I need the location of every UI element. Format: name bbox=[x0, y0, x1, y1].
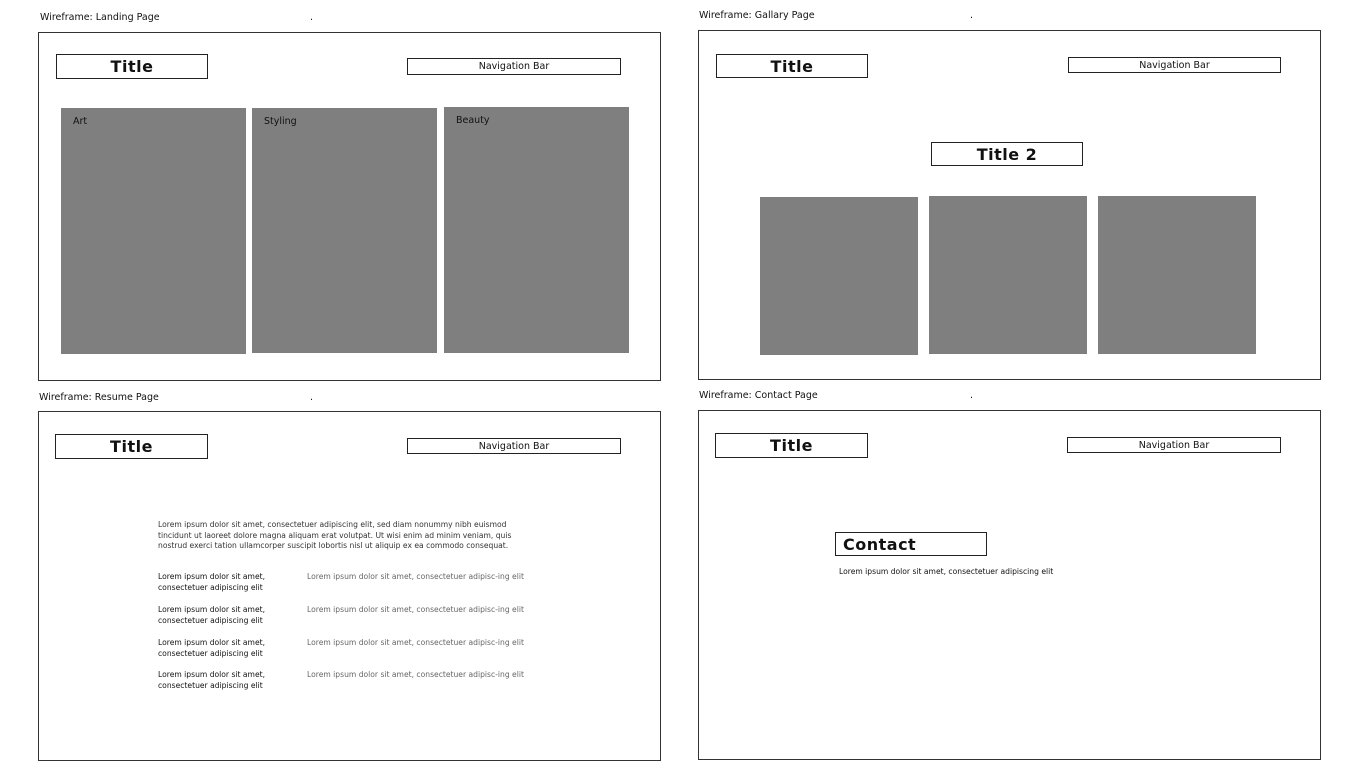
resume-row-left: Lorem ipsum dolor sit amet, consectetuer… bbox=[158, 605, 266, 625]
resume-row-right: Lorem ipsum dolor sit amet, consectetuer… bbox=[307, 572, 524, 581]
resume-row-right: Lorem ipsum dolor sit amet, consectetuer… bbox=[307, 670, 524, 679]
gallery-image-3 bbox=[1098, 196, 1256, 354]
contact-text: Lorem ipsum dolor sit amet, consectetuer… bbox=[839, 567, 1054, 576]
contact-dot: . bbox=[970, 390, 974, 401]
resume-row-right: Lorem ipsum dolor sit amet, consectetuer… bbox=[307, 605, 524, 614]
panel-art: Art bbox=[61, 108, 246, 354]
resume-row-right: Lorem ipsum dolor sit amet, consectetuer… bbox=[307, 638, 524, 647]
resume-row-left: Lorem ipsum dolor sit amet, consectetuer… bbox=[158, 638, 266, 658]
resume-dot: . bbox=[310, 392, 314, 403]
resume-title: Title bbox=[55, 434, 208, 459]
gallery-dot: . bbox=[970, 10, 974, 21]
gallery-label: Wireframe: Gallary Page bbox=[699, 10, 815, 21]
contact-frame: Title Navigation Bar Contact Lorem ipsum… bbox=[698, 410, 1321, 760]
panel-label: Beauty bbox=[456, 115, 490, 126]
gallery-image-1 bbox=[760, 197, 918, 355]
contact-title: Title bbox=[715, 433, 868, 458]
panel-label: Styling bbox=[264, 116, 297, 127]
panel-styling: Styling bbox=[252, 108, 437, 353]
contact-heading: Contact bbox=[835, 532, 987, 556]
landing-title: Title bbox=[56, 54, 208, 79]
resume-frame: Title Navigation Bar Lorem ipsum dolor s… bbox=[38, 411, 661, 761]
panel-beauty: Beauty bbox=[444, 107, 629, 353]
gallery-nav-bar: Navigation Bar bbox=[1068, 57, 1281, 73]
gallery-title: Title bbox=[716, 54, 868, 78]
landing-dot: . bbox=[310, 12, 314, 23]
landing-nav-bar: Navigation Bar bbox=[407, 58, 621, 75]
landing-frame: Title Navigation Bar Art Styling Beauty bbox=[38, 32, 661, 381]
landing-label: Wireframe: Landing Page bbox=[40, 12, 160, 23]
panel-label: Art bbox=[73, 116, 88, 127]
resume-row-left: Lorem ipsum dolor sit amet, consectetuer… bbox=[158, 572, 266, 592]
resume-nav-bar: Navigation Bar bbox=[407, 438, 621, 454]
contact-label: Wireframe: Contact Page bbox=[699, 390, 818, 401]
resume-label: Wireframe: Resume Page bbox=[39, 392, 159, 403]
resume-paragraph: Lorem ipsum dolor sit amet, consectetuer… bbox=[158, 520, 512, 550]
resume-row-left: Lorem ipsum dolor sit amet, consectetuer… bbox=[158, 670, 266, 690]
gallery-title-2: Title 2 bbox=[931, 142, 1083, 166]
contact-nav-bar: Navigation Bar bbox=[1067, 437, 1281, 453]
gallery-image-2 bbox=[929, 196, 1087, 354]
gallery-frame: Title Navigation Bar Title 2 bbox=[698, 30, 1321, 380]
